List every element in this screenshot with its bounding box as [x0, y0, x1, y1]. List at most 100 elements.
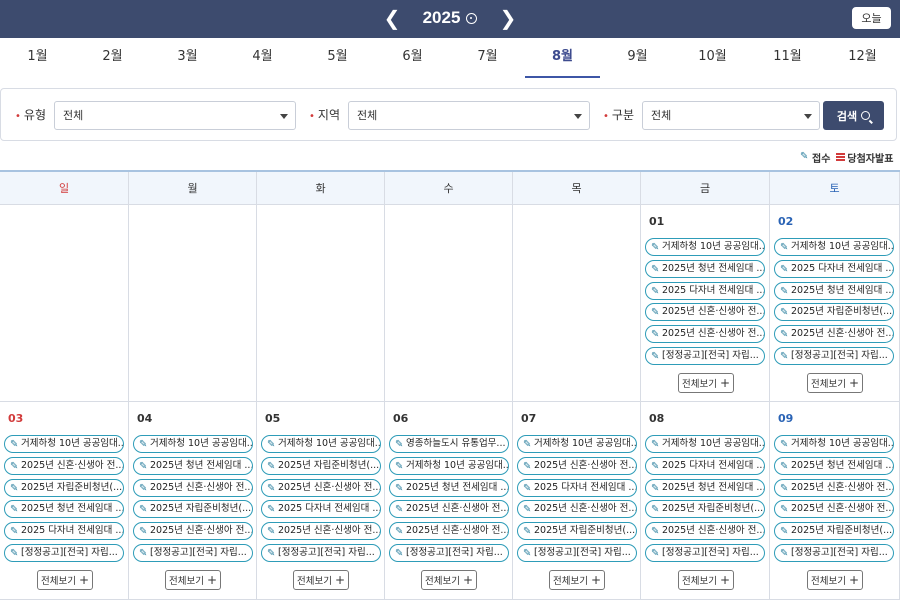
event-pill[interactable]: ✎ [정정공고][전국] 자립... [774, 544, 894, 562]
view-all-button[interactable]: 전체보기 + [293, 570, 349, 590]
event-pill[interactable]: ✎ 2025년 자립준비청년(... [517, 522, 637, 541]
event-pill[interactable]: ✎ 거제하청 10년 공공임대... [645, 238, 765, 256]
event-pill[interactable]: ✎ 거제하청 10년 공공임대... [774, 238, 894, 256]
event-pill[interactable]: ✎ 2025년 자립준비청년(... [774, 303, 894, 322]
event-pill[interactable]: ✎ 2025년 자립준비청년(... [4, 478, 124, 497]
event-pill[interactable]: ✎ [정정공고][전국] 자립... [133, 544, 253, 562]
view-all-button[interactable]: 전체보기 + [807, 373, 863, 393]
event-pill[interactable]: ✎ 2025년 신혼·신생아 전... [261, 478, 381, 497]
event-pill[interactable]: ✎ 2025년 청년 전세임대 ... [774, 456, 894, 475]
view-all-button[interactable]: 전체보기 + [807, 570, 863, 590]
event-pill[interactable]: ✎ 2025 다자녀 전세임대 ... [517, 478, 637, 497]
region-select[interactable]: 전체 [348, 101, 590, 130]
event-pill[interactable]: ✎ 거제하청 10년 공공임대... [4, 435, 124, 453]
tab-month-4[interactable]: 4월 [225, 38, 300, 78]
tab-month-11[interactable]: 11월 [750, 38, 825, 78]
view-all-button[interactable]: 전체보기 + [37, 570, 93, 590]
event-pill[interactable]: ✎ 2025년 청년 전세임대 ... [645, 259, 765, 278]
event-pill[interactable]: ✎ [정정공고][전국] 자립... [645, 347, 765, 365]
event-pill[interactable]: ✎ 거제하청 10년 공공임대... [774, 435, 894, 453]
search-button[interactable]: 검색 [823, 101, 884, 130]
event-pill[interactable]: ✎ 거제하청 10년 공공임대... [389, 456, 509, 475]
event-pill[interactable]: ✎ 2025년 신혼·신생아 전... [645, 522, 765, 541]
event-pill[interactable]: ✎ 2025년 자립준비청년(... [774, 522, 894, 541]
event-pill[interactable]: ✎ 2025년 신혼·신생아 전... [133, 522, 253, 541]
tab-month-8[interactable]: 8월 [525, 38, 600, 78]
event-pill[interactable]: ✎ 2025년 청년 전세임대 ... [4, 500, 124, 519]
event-pill[interactable]: ✎ 2025년 신혼·신생아 전... [517, 456, 637, 475]
event-title: [정정공고][전국] 자립... [791, 350, 888, 361]
pencil-icon: ✎ [139, 504, 148, 516]
event-pill[interactable]: ✎ 2025 다자녀 전세임대 ... [4, 522, 124, 541]
category-select[interactable]: 전체 [642, 101, 820, 130]
event-pill[interactable]: ✎ 2025 다자녀 전세임대 ... [261, 500, 381, 519]
view-all-button[interactable]: 전체보기 + [421, 570, 477, 590]
event-pill[interactable]: ✎ 2025년 신혼·신생아 전... [645, 325, 765, 344]
event-pill[interactable]: ✎ 2025년 청년 전세임대 ... [389, 478, 509, 497]
event-pill[interactable]: ✎ 2025년 신혼·신생아 전... [133, 478, 253, 497]
view-all-button[interactable]: 전체보기 + [678, 570, 734, 590]
event-pill[interactable]: ✎ 2025년 신혼·신생아 전... [389, 522, 509, 541]
tab-month-7[interactable]: 7월 [450, 38, 525, 78]
event-title: 거제하청 10년 공공임대... [150, 438, 253, 449]
weekday-header: 일 월 화 수 목 금 토 [0, 170, 900, 205]
view-all-button[interactable]: 전체보기 + [165, 570, 221, 590]
event-pill[interactable]: ✎ 거제하청 10년 공공임대... [645, 435, 765, 453]
event-pill[interactable]: ✎ [정정공고][전국] 자립... [645, 544, 765, 562]
year-header: ❮ 2025 ❯ 오늘 [0, 0, 900, 38]
event-title: 2025 다자녀 전세임대 ... [662, 284, 765, 296]
chevron-left-icon[interactable]: ❮ [380, 4, 404, 32]
view-all-button[interactable]: 전체보기 + [678, 373, 734, 393]
weekday-thursday: 목 [513, 172, 641, 205]
event-pill[interactable]: ✎ 2025년 신혼·신생아 전... [389, 500, 509, 519]
tab-month-9[interactable]: 9월 [600, 38, 675, 78]
event-pill[interactable]: ✎ 2025년 신혼·신생아 전... [774, 500, 894, 519]
event-pill[interactable]: ✎ 2025년 청년 전세임대 ... [774, 281, 894, 300]
event-title: 2025년 신혼·신생아 전... [534, 503, 637, 515]
event-pill[interactable]: ✎ 2025년 신혼·신생아 전... [774, 478, 894, 497]
tab-month-6[interactable]: 6월 [375, 38, 450, 78]
event-pill[interactable]: ✎ 2025년 자립준비청년(... [133, 500, 253, 519]
event-pill[interactable]: ✎ 2025 다자녀 전세임대 ... [774, 259, 894, 278]
chevron-right-icon[interactable]: ❯ [496, 4, 520, 32]
event-pill[interactable]: ✎ 2025년 신혼·신생아 전... [4, 456, 124, 475]
today-button[interactable]: 오늘 [852, 7, 891, 29]
event-pill[interactable]: ✎ [정정공고][전국] 자립... [517, 544, 637, 562]
event-pill[interactable]: ✎ 2025년 자립준비청년(... [261, 456, 381, 475]
event-pill[interactable]: ✎ [정정공고][전국] 자립... [774, 347, 894, 365]
event-pill[interactable]: ✎ 2025 다자녀 전세임대 ... [645, 281, 765, 300]
event-pill[interactable]: ✎ 2025 다자녀 전세임대 ... [645, 456, 765, 475]
event-pill[interactable]: ✎ 2025년 청년 전세임대 ... [133, 456, 253, 475]
tab-month-2[interactable]: 2월 [75, 38, 150, 78]
pencil-icon: ✎ [10, 460, 19, 472]
event-pill[interactable]: ✎ 거제하청 10년 공공임대... [261, 435, 381, 453]
event-pill[interactable]: ✎ [정정공고][전국] 자립... [389, 544, 509, 562]
pencil-icon: ✎ [651, 263, 660, 275]
year-selector[interactable]: 2025 [423, 8, 478, 28]
tab-month-10[interactable]: 10월 [675, 38, 750, 78]
view-all-button[interactable]: 전체보기 + [549, 570, 605, 590]
event-pill[interactable]: ✎ [정정공고][전국] 자립... [4, 544, 124, 562]
event-pill[interactable]: ✎ 2025년 신혼·신생아 전... [774, 325, 894, 344]
event-pill[interactable]: ✎ [정정공고][전국] 자립... [261, 544, 381, 562]
tab-month-5[interactable]: 5월 [300, 38, 375, 78]
pencil-icon: ✎ [651, 242, 660, 253]
pencil-icon: ✎ [523, 548, 532, 559]
type-select[interactable]: 전체 [54, 101, 296, 130]
event-pill[interactable]: ✎ 2025년 신혼·신생아 전... [645, 303, 765, 322]
tab-month-3[interactable]: 3월 [150, 38, 225, 78]
event-title: 2025 다자녀 전세임대 ... [662, 459, 765, 471]
legend-winner: 당첨자발표 [836, 150, 893, 165]
event-pill[interactable]: ✎ 2025년 신혼·신생아 전... [261, 522, 381, 541]
day-number: 04 [137, 412, 153, 425]
event-pill[interactable]: ✎ 거제하청 10년 공공임대... [517, 435, 637, 453]
event-pill[interactable]: ✎ 2025년 청년 전세임대 ... [645, 478, 765, 497]
event-pill[interactable]: ✎ 2025년 자립준비청년(... [645, 500, 765, 519]
tab-month-12[interactable]: 12월 [825, 38, 900, 78]
pencil-icon: ✎ [780, 242, 789, 253]
event-pill[interactable]: ✎ 거제하청 10년 공공임대... [133, 435, 253, 453]
tab-month-1[interactable]: 1월 [0, 38, 75, 78]
event-pill[interactable]: ✎ 영종하늘도시 유통업무... [389, 435, 509, 453]
event-pill[interactable]: ✎ 2025년 신혼·신생아 전... [517, 500, 637, 519]
pencil-icon: ✎ [523, 439, 532, 450]
